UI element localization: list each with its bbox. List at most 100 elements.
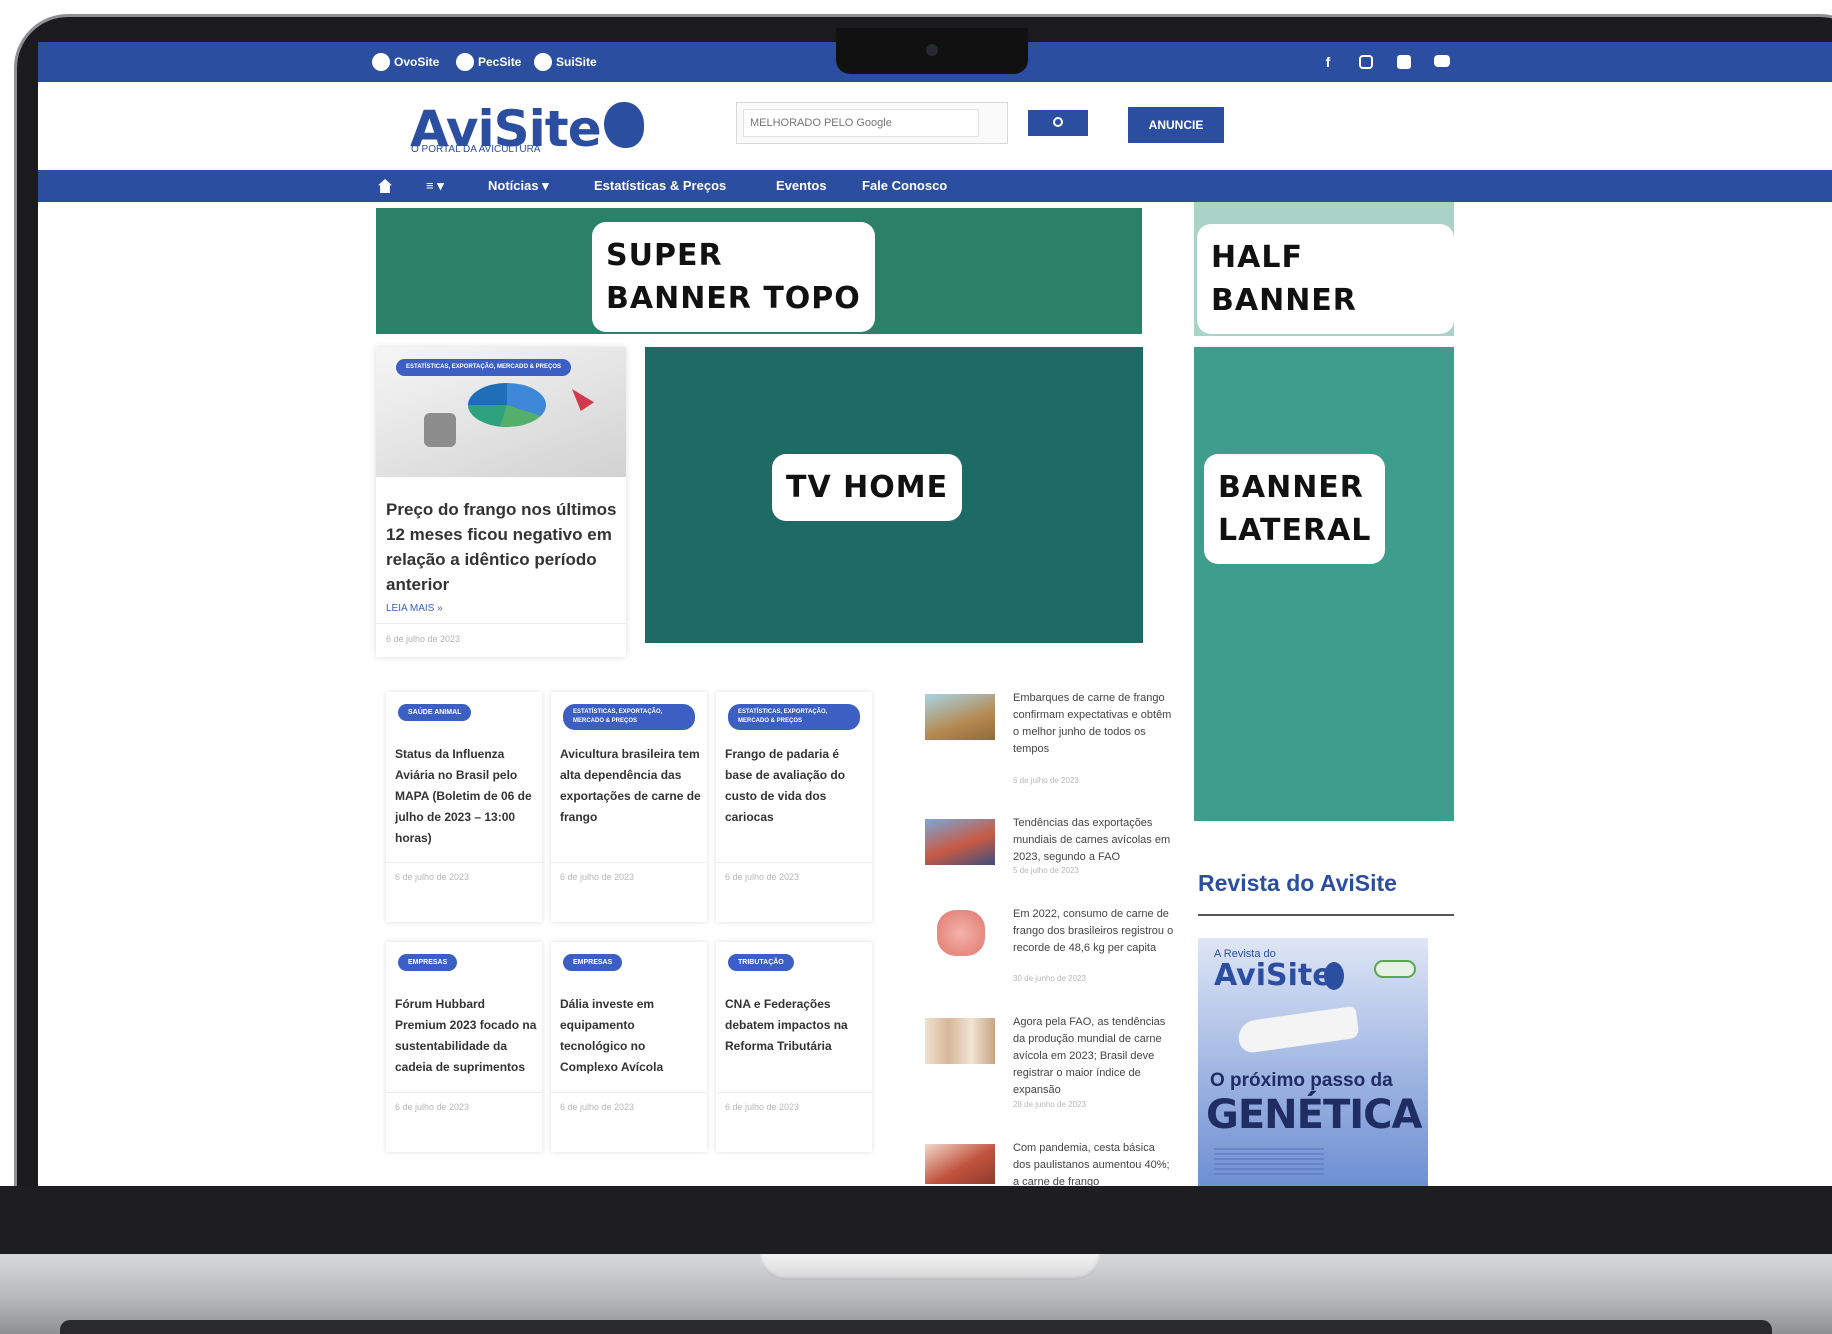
laptop-opening-notch: [760, 1254, 1100, 1280]
bird-logo-icon: [1324, 962, 1344, 990]
divider: [551, 862, 707, 863]
banner-lateral-label: BANNER LATERAL: [1204, 454, 1386, 564]
news-thumbnail: [925, 694, 995, 740]
divider: [386, 862, 542, 863]
news-card[interactable]: SAÚDE ANIMAL Status da Influenza Aviária…: [386, 692, 542, 922]
side-news-item[interactable]: Agora pela FAO, as tendências da produçã…: [925, 1014, 1175, 1124]
main-nav: ≡ ▾ Notícias ▾ Estatísticas & Preços Eve…: [38, 170, 1832, 202]
featured-news-card[interactable]: ESTATÍSTICAS, EXPORTAÇÃO, MERCADO & PREÇ…: [376, 347, 626, 657]
cover-logo: AviSite: [1214, 958, 1333, 993]
logo-tagline: O PORTAL DA AVICULTURA: [411, 144, 541, 155]
pie-chart-icon: [468, 383, 546, 427]
news-card[interactable]: ESTATÍSTICAS, EXPORTAÇÃO, MERCADO & PREÇ…: [551, 692, 707, 922]
bird-logo-icon: [604, 102, 644, 148]
news-card-title[interactable]: Frango de padaria é base de avaliação do…: [725, 744, 867, 828]
side-news-date: 5 de julho de 2023: [1013, 866, 1079, 875]
tv-home-label: TV HOME: [772, 454, 963, 521]
side-news-item[interactable]: Em 2022, consumo de carne de frango dos …: [925, 906, 1175, 1016]
divider: [386, 1092, 542, 1093]
news-card-title[interactable]: Dália investe em equipamento tecnológico…: [560, 994, 702, 1078]
menu-dropdown[interactable]: ≡ ▾: [426, 178, 444, 194]
news-card[interactable]: ESTATÍSTICAS, EXPORTAÇÃO, MERCADO & PREÇ…: [716, 692, 872, 922]
pecsite-label: PecSite: [478, 55, 522, 69]
side-news-title[interactable]: Com pandemia, cesta básica dos paulistan…: [1013, 1140, 1175, 1186]
linkedin-icon[interactable]: [1394, 52, 1414, 72]
news-card-date: 6 de julho de 2023: [560, 872, 635, 882]
camera-notch: [836, 28, 1028, 74]
nav-item-eventos[interactable]: Eventos: [776, 178, 827, 193]
news-card[interactable]: TRIBUTAÇÃO CNA e Federações debatem impa…: [716, 942, 872, 1152]
news-thumbnail: [925, 1018, 995, 1064]
side-news-title[interactable]: Tendências das exportações mundiais de c…: [1013, 815, 1175, 866]
browser-viewport: OvoSite PecSite SuiSite f AviSite ANUNCI…: [38, 42, 1832, 1186]
suisite-label: SuiSite: [556, 55, 597, 69]
magazine-cover[interactable]: A Revista do AviSite O próximo passo da …: [1198, 938, 1428, 1186]
seal-icon: [1374, 960, 1416, 978]
search-icon: [1053, 117, 1063, 127]
anuncie-button[interactable]: ANUNCIE: [1128, 107, 1224, 143]
half-banner-label: HALF BANNER: [1197, 224, 1454, 334]
search-input[interactable]: [743, 109, 979, 137]
news-card-title[interactable]: Fórum Hubbard Premium 2023 focado na sus…: [395, 994, 537, 1078]
news-card[interactable]: EMPRESAS Fórum Hubbard Premium 2023 foca…: [386, 942, 542, 1152]
divider: [716, 1092, 872, 1093]
facebook-icon[interactable]: f: [1318, 52, 1338, 72]
featured-title[interactable]: Preço do frango nos últimos 12 meses fic…: [386, 497, 622, 597]
search-button[interactable]: [1028, 110, 1088, 136]
camera-icon: [926, 44, 938, 56]
super-banner-label: SUPER BANNER TOPO: [592, 222, 875, 332]
tv-home[interactable]: TV HOME: [645, 347, 1143, 643]
banner-lateral[interactable]: BANNER LATERAL: [1194, 347, 1454, 821]
divider: [376, 623, 626, 624]
category-tag[interactable]: ESTATÍSTICAS, EXPORTAÇÃO, MERCADO & PREÇ…: [396, 359, 572, 376]
side-news-date: 6 de julho de 2023: [1013, 776, 1079, 785]
category-tag[interactable]: EMPRESAS: [563, 954, 623, 971]
news-card-date: 6 de julho de 2023: [560, 1102, 635, 1112]
glove-image: [1236, 1005, 1360, 1055]
category-tag[interactable]: ESTATÍSTICAS, EXPORTAÇÃO, MERCADO & PREÇ…: [728, 704, 860, 730]
news-card-date: 6 de julho de 2023: [395, 872, 470, 882]
home-icon[interactable]: [378, 179, 392, 193]
category-tag[interactable]: ESTATÍSTICAS, EXPORTAÇÃO, MERCADO & PREÇ…: [563, 704, 695, 730]
side-news-title[interactable]: Embarques de carne de frango confirmam e…: [1013, 690, 1175, 758]
cover-headline: O próximo passo da: [1210, 1070, 1393, 1091]
nav-item-fale-conosco[interactable]: Fale Conosco: [862, 178, 947, 193]
news-card[interactable]: EMPRESAS Dália investe em equipamento te…: [551, 942, 707, 1152]
cover-body-text: [1214, 1148, 1324, 1178]
divider: [551, 1092, 707, 1093]
category-tag[interactable]: SAÚDE ANIMAL: [398, 704, 472, 721]
side-news-date: 30 de junho de 2023: [1013, 974, 1086, 983]
nav-item-noticias[interactable]: Notícias ▾: [488, 178, 549, 194]
magazine-heading[interactable]: Revista do AviSite: [1198, 870, 1397, 897]
eggs-icon: [372, 53, 390, 71]
news-thumbnail: [937, 910, 985, 956]
super-banner-topo[interactable]: SUPER BANNER TOPO: [376, 208, 1142, 334]
read-more-link[interactable]: LEIA MAIS »: [386, 603, 443, 614]
news-card-date: 6 de julho de 2023: [725, 872, 800, 882]
laptop-foot: [60, 1320, 1772, 1334]
instagram-icon[interactable]: [1356, 52, 1376, 72]
pig-icon: [534, 53, 552, 71]
site-header: AviSite ANUNCIE: [38, 82, 1832, 170]
suisite-link[interactable]: SuiSite: [534, 53, 597, 71]
news-card-title[interactable]: CNA e Federações debatem impactos na Ref…: [725, 994, 867, 1057]
side-news-title[interactable]: Em 2022, consumo de carne de frango dos …: [1013, 906, 1175, 957]
news-card-title[interactable]: Status da Influenza Aviária no Brasil pe…: [395, 744, 537, 849]
ovosite-link[interactable]: OvoSite: [372, 53, 439, 71]
half-banner[interactable]: HALF BANNER: [1194, 202, 1454, 336]
side-news-title[interactable]: Agora pela FAO, as tendências da produçã…: [1013, 1014, 1175, 1099]
ovosite-label: OvoSite: [394, 55, 440, 69]
nav-item-estatisticas[interactable]: Estatísticas & Preços: [594, 178, 726, 193]
news-card-title[interactable]: Avicultura brasileira tem alta dependênc…: [560, 744, 702, 828]
category-tag[interactable]: EMPRESAS: [398, 954, 458, 971]
youtube-icon[interactable]: [1432, 52, 1452, 72]
category-tag[interactable]: TRIBUTAÇÃO: [728, 954, 794, 971]
pecsite-link[interactable]: PecSite: [456, 53, 521, 71]
search-box: [736, 102, 1008, 144]
cover-title: GENÉTICA: [1206, 1092, 1422, 1138]
divider: [716, 862, 872, 863]
piggy-bank-prop: [424, 413, 456, 447]
news-card-date: 6 de julho de 2023: [725, 1102, 800, 1112]
side-news-item[interactable]: Com pandemia, cesta básica dos paulistan…: [925, 1140, 1175, 1186]
side-news-item[interactable]: Embarques de carne de frango confirmam e…: [925, 690, 1175, 800]
